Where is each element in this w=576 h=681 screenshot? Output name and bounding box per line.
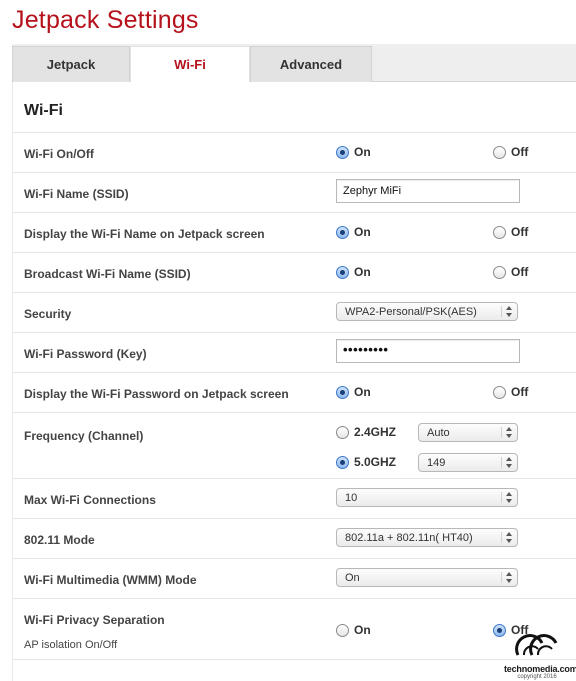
tab-bar: Jetpack Wi-Fi Advanced [12, 44, 576, 83]
select-arrows-icon [505, 426, 513, 439]
row-80211-mode: 802.11 Mode 802.11a + 802.11n( HT40) [13, 518, 576, 558]
ssid-input[interactable]: Zephyr MiFi [336, 179, 520, 203]
row-privacy-separation: Wi-Fi Privacy Separation AP isolation On… [13, 598, 576, 660]
broadcast-off-radio[interactable]: Off [493, 265, 528, 279]
display-name-off-label: Off [511, 225, 529, 239]
radio-unchecked-icon [493, 265, 506, 279]
wmm-value: On [345, 572, 360, 584]
wmm-select[interactable]: On [336, 568, 518, 587]
display-password-label: Display the Wi-Fi Password on Jetpack sc… [24, 387, 289, 401]
row-ssid: Wi-Fi Name (SSID) Zephyr MiFi [13, 172, 576, 212]
row-display-password: Display the Wi-Fi Password on Jetpack sc… [13, 372, 576, 412]
select-divider [501, 572, 502, 583]
broadcast-label: Broadcast Wi-Fi Name (SSID) [24, 267, 191, 281]
select-arrows-icon [505, 491, 513, 504]
broadcast-on-label: On [354, 265, 371, 279]
select-arrows-icon [505, 531, 513, 544]
mode-80211-select[interactable]: 802.11a + 802.11n( HT40) [336, 528, 518, 547]
wifi-on-radio[interactable]: On [336, 145, 371, 159]
radio-checked-icon [336, 455, 349, 469]
mode-80211-value: 802.11a + 802.11n( HT40) [345, 532, 473, 544]
radio-checked-icon [336, 265, 349, 279]
security-select-value: WPA2-Personal/PSK(AES) [345, 306, 477, 318]
select-arrows-icon [505, 571, 513, 584]
radio-checked-icon [336, 225, 349, 239]
wifi-settings-panel: Wi-Fi Wi-Fi On/Off On Off Wi-Fi Name (SS… [12, 82, 576, 681]
radio-unchecked-icon [493, 145, 506, 159]
select-divider [501, 427, 502, 438]
radio-unchecked-icon [493, 225, 506, 239]
technomedia-logo-icon [515, 634, 558, 656]
row-password: Wi-Fi Password (Key) ••••••••• [13, 332, 576, 372]
security-select[interactable]: WPA2-Personal/PSK(AES) [336, 302, 518, 321]
band-24ghz-label: 2.4GHZ [354, 425, 397, 439]
channel-24ghz-value: Auto [427, 427, 450, 439]
select-divider [501, 306, 502, 317]
row-broadcast: Broadcast Wi-Fi Name (SSID) On Off [13, 252, 576, 292]
select-divider [501, 532, 502, 543]
watermark-copyright: copyright 2016 [517, 674, 557, 680]
wifi-onoff-label: Wi-Fi On/Off [24, 147, 94, 161]
security-label: Security [24, 307, 72, 321]
privacy-sublabel: AP isolation On/Off [24, 639, 118, 651]
radio-unchecked-icon [336, 623, 349, 637]
tab-advanced[interactable]: Advanced [250, 46, 372, 82]
password-input[interactable]: ••••••••• [336, 339, 520, 363]
radio-unchecked-icon [336, 425, 349, 439]
watermark-brand: technomedia.com [504, 664, 576, 674]
privacy-on-radio[interactable]: On [336, 623, 371, 637]
mode-80211-label: 802.11 Mode [24, 533, 95, 547]
broadcast-on-radio[interactable]: On [336, 265, 371, 279]
row-max-connections: Max Wi-Fi Connections 10 [13, 478, 576, 518]
band-24ghz-radio[interactable]: 2.4GHZ [336, 425, 396, 439]
row-frequency: Frequency (Channel) 2.4GHZ Auto 5.0GHZ 1… [13, 412, 576, 478]
display-password-on-label: On [354, 385, 371, 399]
wifi-off-radio[interactable]: Off [493, 145, 528, 159]
row-display-name: Display the Wi-Fi Name on Jetpack screen… [13, 212, 576, 252]
radio-checked-icon [336, 145, 349, 159]
password-label: Wi-Fi Password (Key) [24, 347, 147, 361]
ssid-label: Wi-Fi Name (SSID) [24, 187, 129, 201]
display-name-off-radio[interactable]: Off [493, 225, 528, 239]
channel-24ghz-select[interactable]: Auto [418, 423, 518, 442]
broadcast-off-label: Off [511, 265, 529, 279]
section-title: Wi-Fi [24, 102, 63, 119]
tab-jetpack[interactable]: Jetpack [12, 46, 130, 82]
radio-unchecked-icon [493, 385, 506, 399]
privacy-label: Wi-Fi Privacy Separation [24, 613, 165, 627]
display-password-off-radio[interactable]: Off [493, 385, 528, 399]
band-50ghz-label: 5.0GHZ [354, 455, 397, 469]
channel-50ghz-value: 149 [427, 457, 446, 469]
wmm-label: Wi-Fi Multimedia (WMM) Mode [24, 573, 197, 587]
privacy-on-label: On [354, 623, 371, 637]
row-security: Security WPA2-Personal/PSK(AES) [13, 292, 576, 332]
radio-checked-icon [336, 385, 349, 399]
select-arrows-icon [505, 305, 513, 318]
display-name-on-label: On [354, 225, 371, 239]
channel-50ghz-select[interactable]: 149 [418, 453, 518, 472]
band-50ghz-radio[interactable]: 5.0GHZ [336, 455, 396, 469]
watermark-logo: technomedia.com copyright 2016 [504, 633, 576, 680]
row-wifi-onoff: Wi-Fi On/Off On Off [13, 132, 576, 172]
wifi-on-label: On [354, 145, 371, 159]
display-password-off-label: Off [511, 385, 529, 399]
display-name-label: Display the Wi-Fi Name on Jetpack screen [24, 227, 265, 241]
row-wmm: Wi-Fi Multimedia (WMM) Mode On [13, 558, 576, 598]
display-name-on-radio[interactable]: On [336, 225, 371, 239]
display-password-on-radio[interactable]: On [336, 385, 371, 399]
wifi-off-label: Off [511, 145, 529, 159]
page-title: Jetpack Settings [12, 6, 199, 34]
max-connections-select[interactable]: 10 [336, 488, 518, 507]
select-divider [501, 457, 502, 468]
select-arrows-icon [505, 456, 513, 469]
tab-wifi[interactable]: Wi-Fi [130, 46, 250, 83]
max-connections-label: Max Wi-Fi Connections [24, 493, 156, 507]
frequency-label: Frequency (Channel) [24, 429, 144, 443]
select-divider [501, 492, 502, 503]
max-connections-value: 10 [345, 492, 358, 504]
